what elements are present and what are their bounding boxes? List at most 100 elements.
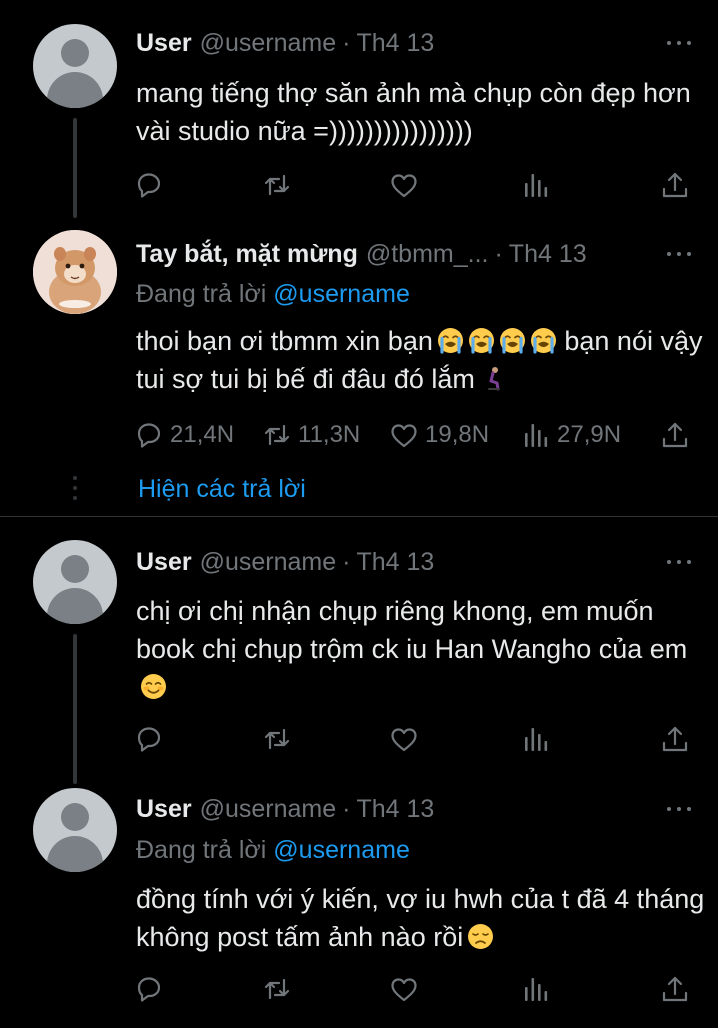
separator-dot: ·: [342, 794, 351, 823]
views-button[interactable]: [521, 170, 551, 200]
loudly-crying-face-icon: [436, 327, 464, 354]
reply-icon: [137, 173, 161, 198]
tweet-text: chị ơi chị nhận chụp riêng khong, em muố…: [136, 592, 706, 706]
views-icon: [525, 174, 548, 197]
tweet[interactable]: User @username · Th4 13 chị ơi chị nhận …: [0, 517, 718, 784]
tweet-actions: [0, 974, 718, 1004]
retweet-count: 11,3N: [298, 421, 361, 448]
like-icon: [391, 424, 417, 448]
more-replies-dots: [73, 476, 77, 506]
like-icon: [391, 174, 417, 198]
tweet-header: User @username · Th4 13: [136, 27, 434, 59]
default-avatar-icon[interactable]: [33, 540, 117, 624]
replying-label: Đang trả lời: [136, 836, 267, 864]
retweet-icon: [264, 978, 290, 1000]
views-button[interactable]: [521, 724, 551, 754]
person-kneeling-icon: [487, 365, 501, 391]
tweet[interactable]: Tay bắt, mặt mừng @tbmm_... · Th4 13 Đan…: [0, 220, 718, 516]
like-button[interactable]: 19,8N: [389, 420, 489, 450]
retweet-button[interactable]: [262, 170, 292, 200]
more-options-icon[interactable]: [664, 28, 694, 58]
like-button[interactable]: [389, 724, 419, 754]
user-handle[interactable]: @username: [200, 29, 337, 58]
tweet-date[interactable]: Th4 13: [509, 240, 587, 269]
tweet-text-part: đồng tính với ý kiến, vợ iu hwh của t đã…: [136, 884, 705, 952]
tweet-text: mang tiếng thợ săn ảnh mà chụp còn đẹp h…: [136, 78, 691, 146]
share-button[interactable]: [660, 974, 690, 1004]
like-icon: [391, 728, 417, 752]
retweet-button[interactable]: 11,3N: [262, 420, 360, 450]
share-button[interactable]: [660, 420, 690, 450]
views-count: 27,9N: [557, 421, 622, 448]
reply-count: 21,4N: [170, 421, 235, 448]
separator-dot: ·: [342, 28, 351, 57]
tweet-text: thoi bạn ơi tbmm xin bạn bạn nói vậy tui…: [136, 322, 706, 398]
like-button[interactable]: [389, 974, 419, 1004]
replying-label: Đang trả lời: [136, 280, 267, 308]
thread-connector: [73, 118, 77, 218]
tweet[interactable]: User @username · Th4 13 Đang trả lời @us…: [0, 784, 718, 1028]
like-count: 19,8N: [425, 421, 490, 448]
share-icon: [662, 422, 688, 448]
more-options-icon[interactable]: [664, 239, 694, 269]
smiling-face-icon: [140, 673, 167, 700]
tweet-header: User @username · Th4 13: [136, 793, 434, 825]
tweet-text: đồng tính với ý kiến, vợ iu hwh của t đã…: [136, 880, 706, 956]
tweet-date[interactable]: Th4 13: [356, 548, 434, 577]
tweet-header: Tay bắt, mặt mừng @tbmm_... · Th4 13: [136, 238, 587, 270]
retweet-button[interactable]: [262, 974, 292, 1004]
replying-to: Đang trả lời @username: [136, 836, 410, 865]
loudly-crying-face-icon: [529, 327, 557, 354]
reply-button[interactable]: [134, 974, 164, 1004]
tweet-date[interactable]: Th4 13: [356, 29, 434, 58]
user-handle[interactable]: @username: [200, 548, 337, 577]
retweet-icon: [264, 728, 290, 750]
retweet-button[interactable]: [262, 724, 292, 754]
display-name[interactable]: Tay bắt, mặt mừng: [136, 240, 358, 269]
tweet-text-part: thoi bạn ơi tbmm xin bạn: [136, 326, 433, 356]
reply-button[interactable]: 21,4N: [134, 420, 234, 450]
show-replies-link[interactable]: Hiện các trả lời: [138, 475, 306, 504]
tweet-actions: 21,4N 11,3N 19,8N 27,9N: [0, 420, 718, 450]
more-options-icon[interactable]: [664, 794, 694, 824]
replying-to: Đang trả lời @username: [136, 280, 410, 309]
retweet-icon: [264, 174, 290, 196]
hamster-avatar-icon[interactable]: [33, 230, 117, 314]
more-options-icon[interactable]: [664, 547, 694, 577]
reply-button[interactable]: [134, 170, 164, 200]
share-icon: [662, 976, 688, 1002]
display-name[interactable]: User: [136, 29, 192, 58]
retweet-icon: [264, 424, 290, 446]
views-icon: [525, 424, 548, 447]
share-button[interactable]: [660, 724, 690, 754]
tweet-date[interactable]: Th4 13: [356, 795, 434, 824]
share-icon: [662, 726, 688, 752]
display-name[interactable]: User: [136, 795, 192, 824]
reply-icon: [137, 727, 161, 752]
disappointed-face-icon: [467, 923, 495, 950]
share-button[interactable]: [660, 170, 690, 200]
replying-mention[interactable]: @username: [273, 280, 410, 308]
user-handle[interactable]: @tbmm_...: [366, 240, 489, 269]
reply-button[interactable]: [134, 724, 164, 754]
share-icon: [662, 172, 688, 198]
tweet-actions: [0, 170, 718, 200]
default-avatar-icon[interactable]: [33, 24, 117, 108]
reply-icon: [137, 977, 161, 1002]
views-button[interactable]: [521, 974, 551, 1004]
tweet[interactable]: User @username · Th4 13 mang tiếng thợ s…: [0, 0, 718, 220]
separator-dot: ·: [494, 239, 503, 268]
default-avatar-icon[interactable]: [33, 788, 117, 872]
separator-dot: ·: [342, 547, 351, 576]
like-icon: [391, 978, 417, 1002]
views-icon: [525, 978, 548, 1001]
tweet-header: User @username · Th4 13: [136, 546, 434, 578]
like-button[interactable]: [389, 170, 419, 200]
tweet-actions: [0, 724, 718, 754]
display-name[interactable]: User: [136, 548, 192, 577]
views-icon: [525, 728, 548, 751]
thread-connector: [73, 634, 77, 784]
user-handle[interactable]: @username: [200, 795, 337, 824]
replying-mention[interactable]: @username: [273, 836, 410, 864]
views-button[interactable]: 27,9N: [521, 420, 621, 450]
